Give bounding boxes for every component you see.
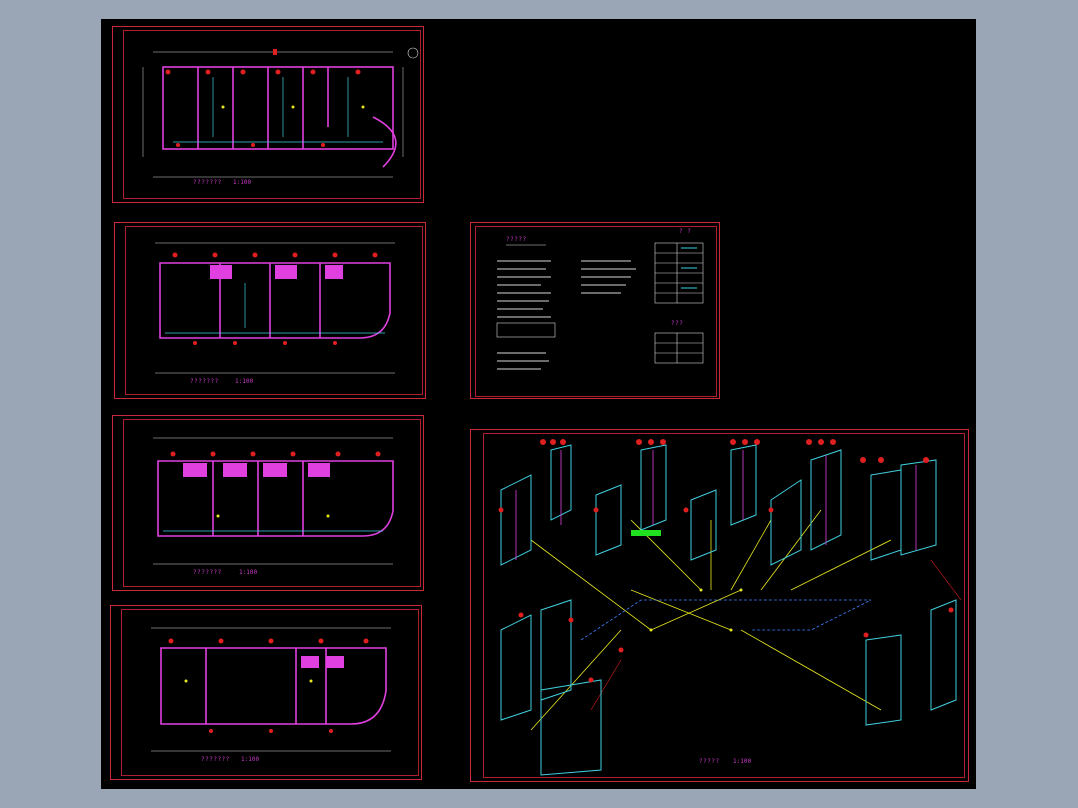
floor-plan-3-graphics bbox=[153, 437, 394, 565]
sheet-title: ??????? bbox=[193, 569, 222, 576]
drawing-sheet-plan-1[interactable]: ??????? 1:100 bbox=[112, 26, 424, 203]
axonometric-title: ????? bbox=[699, 758, 720, 765]
sheet-title: ??????? bbox=[190, 378, 219, 385]
sheet-scale: 1:100 bbox=[233, 179, 252, 186]
axonometric-graphics bbox=[498, 439, 962, 776]
drawing-sheet-plan-2[interactable]: ??????? 1:100 bbox=[114, 222, 426, 399]
sheet-scale: 1:100 bbox=[239, 569, 258, 576]
floor-plan-1-graphics bbox=[142, 47, 419, 178]
notes-graphics bbox=[496, 242, 704, 370]
floor-plan-4-graphics bbox=[151, 627, 391, 752]
axonometric-scale: 1:100 bbox=[733, 758, 752, 765]
cad-model-space[interactable]: ??????? 1:100 ??????? 1:100 ??????? 1:10… bbox=[101, 19, 976, 789]
drawing-sheet-notes[interactable]: ????? ? ? ??? bbox=[470, 222, 720, 399]
sheet-scale: 1:100 bbox=[235, 378, 254, 385]
drawing-sheet-axonometric[interactable]: ????? 1:100 bbox=[470, 429, 969, 782]
sheet-title: ??????? bbox=[201, 756, 230, 763]
floor-plan-2-graphics bbox=[155, 242, 395, 374]
drawing-sheet-plan-4[interactable]: ??????? 1:100 bbox=[110, 605, 422, 780]
drawing-sheet-plan-3[interactable]: ??????? 1:100 bbox=[112, 415, 424, 591]
sheet-title: ??????? bbox=[193, 179, 222, 186]
sheet-scale: 1:100 bbox=[241, 756, 260, 763]
